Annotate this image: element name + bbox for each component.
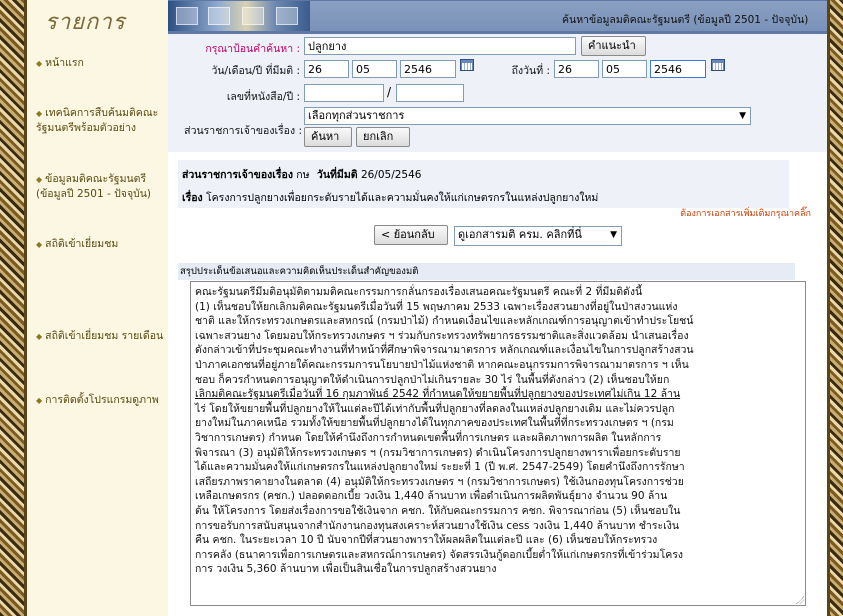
suggest-button[interactable]: คำแนะนำ	[581, 36, 646, 56]
more-documents-link[interactable]: ต้องการเอกสารเพิ่มเติมกรุณาคลิ๊ก	[680, 206, 811, 220]
left-ornamental-border	[0, 0, 27, 616]
doc-number-input[interactable]	[304, 84, 384, 102]
header-banner-image	[168, 1, 310, 31]
cancel-button[interactable]: ยกเลิก	[356, 127, 410, 147]
date-from-month-input[interactable]	[352, 60, 397, 78]
dropdown-arrow-icon: ▼	[610, 230, 617, 240]
summary-line: เหลือเกษตรกร (คชก.) ปลอดดอกเบี้ย วงเงิน …	[195, 490, 668, 503]
sidebar-item-label: การติดตั้งโปรแกรมดูภาพ	[45, 394, 159, 406]
view-document-select[interactable]: ดูเอกสารมติ ครม. คลิกที่นี่ ▼	[454, 226, 622, 246]
sidebar-item-label: เทคนิคการสืบค้นมติคณะรัฐมนตรีพร้อมตัวอย่…	[36, 107, 159, 134]
diamond-bullet-icon: ◆	[36, 109, 43, 118]
summary-line: คืน คชก. ในระยะเวลา 10 ปี นับจากปีที่สวน…	[195, 534, 658, 547]
result-agency-label: ส่วนราชการเจ้าของเรื่อง	[182, 169, 293, 181]
search-button[interactable]: ค้นหา	[304, 127, 352, 147]
calendar-icon[interactable]	[711, 59, 725, 71]
doc-year-input[interactable]	[396, 84, 464, 102]
right-ornamental-border	[827, 0, 843, 616]
sidebar-item-label: หน้าแรก	[45, 57, 84, 69]
summary-line: การขอรับการสนับสนุนจากสำนักงานกองทุนสงเค…	[195, 519, 679, 532]
doc-number-label: เลขที่หนังสือ/ปี :	[226, 91, 300, 103]
view-document-select-value: ดูเอกสารมติ ครม. คลิกที่นี่	[458, 228, 582, 241]
result-subject-label: เรื่อง	[182, 192, 203, 204]
diamond-bullet-icon: ◆	[36, 175, 43, 184]
result-date-value: 26/05/2546	[360, 169, 422, 181]
page-title: ค้นหาข้อมูลมติคณะรัฐมนตรี (ข้อมูลปี 2501…	[562, 14, 809, 26]
summary-section-title: สรุปประเด็นข้อเสนอและความคิดเห็นประเด็นส…	[178, 263, 795, 280]
header-title-bar: ค้นหาข้อมูลมติคณะรัฐมนตรี (ข้อมูลปี 2501…	[310, 1, 827, 31]
date-to-month-input[interactable]	[602, 60, 647, 78]
sidebar-item-label: ข้อมูลมติคณะรัฐมนตรี (ข้อมูลปี 2501 - ปั…	[36, 173, 152, 200]
agency-label: ส่วนราชการเจ้าของเรื่อง :	[184, 125, 302, 137]
diamond-bullet-icon: ◆	[36, 396, 43, 405]
summary-line: การคลัง (ธนาคารเพื่อการเกษตรและสหกรณ์การ…	[195, 548, 684, 561]
summary-line: เลิกมติคณะรัฐมนตรีเมื่อวันที่ 16 กุมภาพั…	[195, 388, 681, 401]
doc-number-separator: /	[387, 85, 392, 99]
sidebar-item-label: สถิติเข้าเยี่ยมชม รายเดือน	[45, 330, 164, 342]
summary-line: ไร่ โดยให้ขยายพื้นที่ปลูกยางให้ในแต่ละปี…	[195, 402, 675, 415]
keyword-input[interactable]	[304, 37, 576, 55]
sidebar: รายการ ◆ หน้าแรก ◆ เทคนิคการสืบค้นมติคณะรั…	[27, 0, 169, 616]
summary-line: เสถียรภาพราคายางในตลาด (4) อนุมัติให้กระ…	[195, 475, 684, 488]
diamond-bullet-icon: ◆	[36, 59, 43, 68]
summary-line: ต้น ให้โครงการ โดยส่งเรื่องการขอใช้เงินจ…	[195, 504, 681, 517]
summary-line: ป่าภาคเอกชนที่อยู่ภายใต้คณะกรรมการนโยบาย…	[195, 358, 689, 371]
result-subject-line: เรื่อง โครงการปลูกยางเพื่อยกระดับรายได้แ…	[182, 189, 598, 206]
header-bar: ค้นหาข้อมูลมติคณะรัฐมนตรี (ข้อมูลปี 2501…	[168, 0, 827, 34]
sidebar-item-visit-stats[interactable]: ◆ สถิติเข้าเยี่ยมชม	[36, 237, 166, 252]
date-from-day-input[interactable]	[304, 60, 349, 78]
date-from-year-input[interactable]	[400, 60, 456, 78]
summary-line: พิจารณา (3) อนุมัติให้กระทรวงเกษตร ฯ (กร…	[195, 446, 681, 459]
keyword-label: กรุณาป้อนคำค้นหา :	[205, 43, 300, 55]
diamond-bullet-icon: ◆	[36, 240, 43, 249]
result-panel: ส่วนราชการเจ้าของเรื่อง กษ วันที่มีมติ 2…	[168, 152, 827, 616]
summary-line: คณะรัฐมนตรีมีมติอนุมัติตามมติคณะกรรมการก…	[195, 286, 643, 298]
search-form: กรุณาป้อนคำค้นหา : คำแนะนำ วัน/เดือน/ปี …	[168, 34, 827, 152]
sidebar-item-install-viewer[interactable]: ◆ การติดตั้งโปรแกรมดูภาพ	[36, 393, 166, 408]
sidebar-item-search-techniques[interactable]: ◆ เทคนิคการสืบค้นมติคณะรัฐมนตรีพร้อมตัวอย…	[36, 106, 164, 135]
dropdown-arrow-icon: ▼	[739, 111, 746, 121]
result-agency-value: กษ	[296, 169, 310, 181]
date-from-label: วัน/เดือน/ปี ที่มีมติ :	[211, 65, 300, 77]
back-button[interactable]: < ย้อนกลับ	[374, 225, 448, 245]
date-to-year-input[interactable]	[650, 60, 706, 78]
sidebar-title: รายการ	[45, 10, 126, 35]
summary-line: เฉพาะสวนยาง โดยมอบให้กระทรวงเกษตร ฯ ร่วม…	[195, 329, 689, 342]
summary-textarea[interactable]: คณะรัฐมนตรีมีมติอนุมัติตามมติคณะกรรมการก…	[190, 281, 806, 606]
date-to-day-input[interactable]	[554, 60, 599, 78]
sidebar-item-home[interactable]: ◆ หน้าแรก	[36, 56, 166, 71]
sidebar-item-monthly-visit-stats[interactable]: ◆ สถิติเข้าเยี่ยมชม รายเดือน	[36, 329, 166, 344]
sidebar-item-cabinet-data[interactable]: ◆ ข้อมูลมติคณะรัฐมนตรี (ข้อมูลปี 2501 - ป…	[36, 172, 164, 201]
result-subject-value: โครงการปลูกยางเพื่อยกระดับรายได้และความม…	[206, 192, 599, 204]
summary-line: ชอบ ก็ควรกำหนดการอนุญาตให้ดำเนินการปลูกป…	[195, 373, 670, 386]
date-to-label: ถึงวันที่ :	[511, 65, 550, 77]
summary-line: (1) เห็นชอบให้ยกเลิกมติคณะรัฐมนตรีเมื่อว…	[195, 300, 678, 313]
calendar-icon[interactable]	[460, 59, 474, 71]
summary-line: ชาติ และให้กระทรวงเกษตรและสหกรณ์ (กรมป่า…	[195, 315, 694, 328]
agency-select[interactable]: เลือกทุกส่วนราชการ ▼	[304, 107, 751, 125]
sidebar-item-label: สถิติเข้าเยี่ยมชม	[45, 238, 119, 250]
summary-line: วิชาการเกษตร) กำหนด โดยให้คำนึงถึงการกำห…	[195, 431, 662, 444]
diamond-bullet-icon: ◆	[36, 332, 43, 341]
summary-line: ดังกล่าวเข้าที่ประชุมคณะทำงานที่ทำหน้าที…	[195, 344, 694, 357]
agency-select-value: เลือกทุกส่วนราชการ	[308, 109, 405, 122]
summary-line: ได้และความมั่นคงให้แก่เกษตรกรในแหล่งปลูก…	[195, 461, 685, 474]
result-info-box: ส่วนราชการเจ้าของเรื่อง กษ วันที่มีมติ 2…	[178, 160, 789, 208]
resize-grip-icon[interactable]	[796, 596, 804, 604]
summary-line: ยางใหม่ในภาคเหนือ รวมทั้งให้ขยายพื้นที่ป…	[195, 417, 674, 430]
summary-line: การ วงเงิน 5,360 ล้านบาท เพื่อเป็นสินเชื…	[195, 563, 497, 576]
result-date-label: วันที่มีมติ	[316, 169, 358, 181]
result-agency-line: ส่วนราชการเจ้าของเรื่อง กษ วันที่มีมติ 2…	[182, 166, 421, 183]
